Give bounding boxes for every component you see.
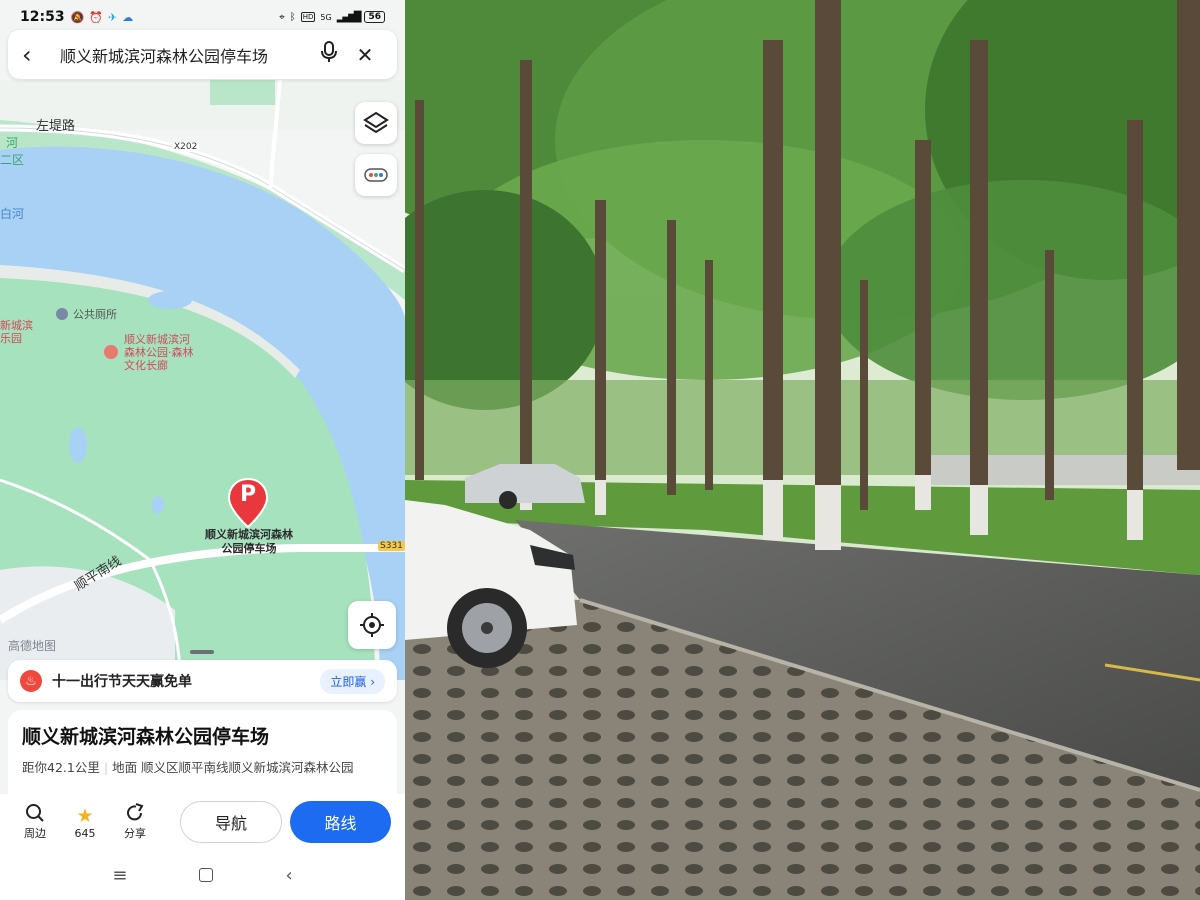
favorite-button[interactable]: ★ 645 — [60, 805, 110, 840]
poi-toilet[interactable]: 公共厕所 — [56, 306, 117, 322]
map-app-screen: 左堤路 X202 河 二区 白河 公共厕所 新城滨乐园 顺义新城滨河森林公园·森… — [0, 0, 405, 900]
search-icon — [10, 803, 60, 825]
share-button[interactable]: 分享 — [110, 803, 160, 841]
share-label: 分享 — [124, 827, 146, 840]
navigate-button[interactable]: 导航 — [180, 801, 282, 843]
location-icon: ⌖ — [279, 11, 285, 23]
search-input[interactable]: 顺义新城滨河森林公园停车场 — [52, 43, 311, 67]
bluetooth-icon: ᛒ — [289, 11, 296, 23]
parking-pin-label: 顺义新城滨河森林公园停车场 — [205, 528, 293, 555]
system-nav-bar: ≡ ‹ — [0, 850, 405, 900]
cloud-icon: ☁ — [122, 10, 134, 24]
chevron-left-icon[interactable]: ‹ — [22, 41, 52, 69]
nearby-label: 周边 — [24, 827, 46, 840]
sheet-handle[interactable] — [190, 650, 214, 654]
map-edge-label: 河 — [6, 136, 19, 150]
share-icon — [110, 803, 160, 825]
chevron-right-icon: › — [370, 674, 375, 689]
promo-button[interactable]: 立即赢 › — [320, 668, 385, 694]
nearby-button[interactable]: 周边 — [10, 803, 60, 841]
place-distance: 距你42.1公里 — [22, 760, 100, 775]
telegram-icon: ✈ — [107, 10, 118, 24]
promo-button-label: 立即赢 — [330, 674, 367, 689]
map-watermark: 高德地图 — [8, 639, 57, 653]
poi-left-park[interactable]: 新城滨乐园 — [0, 319, 40, 345]
action-bar: 周边 ★ 645 分享 导航 路线 — [0, 794, 405, 850]
parking-pin-letter: P — [239, 482, 257, 507]
network-type: 5G — [320, 12, 332, 22]
battery-level: 56 — [364, 11, 385, 23]
hd-icon: HD — [300, 12, 316, 22]
locate-button[interactable] — [348, 601, 396, 649]
map-edge-label: 白河 — [0, 207, 25, 221]
signal-icon: ▂▄▆█ — [336, 11, 362, 23]
home-icon[interactable] — [199, 868, 214, 882]
poi-culture-corridor-label: 顺义新城滨河森林公园·森林文化长廊 — [124, 333, 194, 372]
close-icon[interactable]: ✕ — [347, 43, 383, 67]
notification-muted-icon: 🔕 — [70, 10, 85, 24]
back-icon[interactable]: ‹ — [285, 865, 292, 886]
poi-attraction-icon — [104, 345, 118, 359]
search-bar[interactable]: ‹ 顺义新城滨河森林公园停车场 ✕ — [8, 30, 397, 79]
poi-marker-icon — [56, 308, 68, 320]
road-label-x202: X202 — [172, 142, 200, 152]
more-dots-icon — [364, 168, 388, 182]
status-right: ⌖ ᛒ HD 5G ▂▄▆█ 56 — [279, 11, 385, 23]
parking-pin[interactable]: P — [226, 477, 270, 529]
alarm-icon: ⏰ — [89, 10, 103, 24]
park-scene-illustration — [405, 0, 1200, 900]
fire-icon: ♨ — [20, 670, 42, 692]
promo-banner[interactable]: ♨ 十一出行节天天赢免单 立即赢 › — [8, 660, 397, 702]
poi-toilet-label: 公共厕所 — [73, 308, 117, 321]
layers-button[interactable] — [355, 102, 397, 144]
map-edge-label: 二区 — [0, 153, 25, 167]
park-photo — [405, 0, 1200, 900]
favorites-count: 645 — [74, 826, 96, 840]
star-icon: ★ — [76, 804, 94, 827]
status-time: 12:53 — [20, 9, 65, 25]
promo-text: 十一出行节天天赢免单 — [52, 674, 192, 690]
locate-icon — [360, 613, 384, 637]
more-button[interactable] — [355, 154, 397, 196]
road-label-s331: S331 — [378, 541, 405, 551]
place-meta: 距你42.1公里 | 地面 顺义区顺平南线顺义新城滨河森林公园 — [22, 757, 383, 776]
status-bar: 12:53 🔕 ⏰ ✈ ☁ ⌖ ᛒ HD 5G ▂▄▆█ 56 — [0, 0, 405, 34]
microphone-icon[interactable] — [311, 41, 347, 68]
menu-icon[interactable]: ≡ — [112, 865, 127, 886]
road-label-zuodi: 左堤路 — [36, 119, 76, 134]
place-card[interactable]: 顺义新城滨河森林公园停车场 距你42.1公里 | 地面 顺义区顺平南线顺义新城滨河森… — [8, 710, 397, 794]
place-title: 顺义新城滨河森林公园停车场 — [22, 726, 270, 748]
poi-culture-corridor[interactable]: 顺义新城滨河森林公园·森林文化长廊 — [104, 333, 198, 372]
layers-icon — [363, 111, 389, 134]
place-address: 地面 顺义区顺平南线顺义新城滨河森林公园 — [112, 760, 354, 775]
divider: | — [103, 760, 109, 775]
route-button[interactable]: 路线 — [290, 801, 391, 843]
